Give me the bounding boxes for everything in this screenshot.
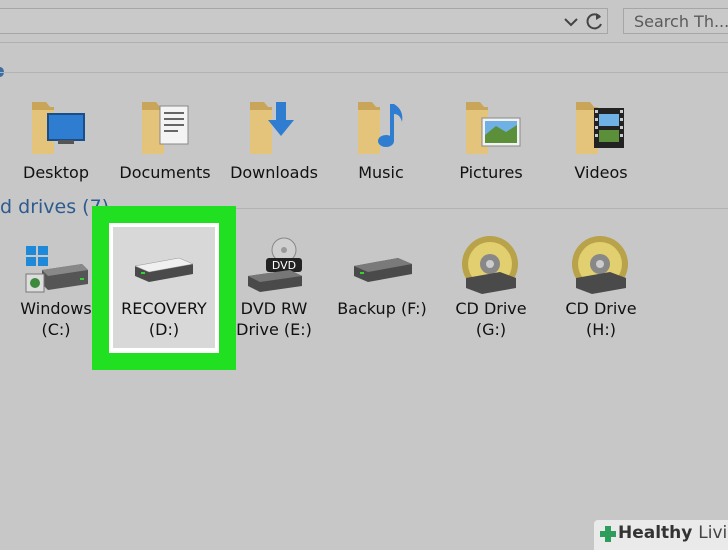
hard-drive-icon [131, 254, 197, 288]
refresh-icon[interactable] [584, 9, 606, 33]
folder-pictures[interactable]: Pictures [452, 96, 530, 186]
videos-folder-icon [572, 96, 632, 162]
hard-drive-icon [350, 254, 416, 288]
folder-label: Downloads [230, 163, 318, 182]
pictures-folder-icon [462, 96, 524, 162]
drive-windows[interactable]: Windows (C:) [16, 240, 96, 340]
folders-divider [0, 72, 728, 73]
drive-cd-g[interactable]: CD Drive (G:) [452, 236, 530, 340]
drive-label-line2: Drive (E:) [236, 320, 312, 339]
drive-label-line1: CD Drive [455, 299, 527, 318]
drive-label-line2: (H:) [586, 320, 616, 339]
address-toolbar: Search Th... [0, 0, 728, 43]
music-folder-icon [354, 96, 414, 162]
drive-label-line2: (G:) [475, 320, 507, 339]
folder-label: Documents [119, 163, 211, 182]
watermark-bold: Healthy [618, 523, 693, 543]
drive-backup[interactable]: Backup (F:) [334, 240, 430, 340]
search-input[interactable]: Search Th... [623, 8, 728, 34]
folder-label: Videos [574, 163, 628, 182]
folder-downloads[interactable]: Downloads [228, 96, 320, 186]
watermark-rest: Living [698, 523, 728, 543]
windows-drive-icon [22, 240, 92, 304]
downloads-folder-icon [246, 96, 306, 162]
drive-label-line2: (D:) [148, 320, 180, 339]
folder-videos[interactable]: Videos [568, 96, 634, 186]
cd-drive-icon [460, 236, 522, 300]
drive-label-line1: DVD RW [240, 299, 308, 318]
folder-documents[interactable]: Documents [118, 96, 212, 186]
documents-folder-icon [138, 96, 198, 162]
drive-label-line1: CD Drive [565, 299, 637, 318]
folder-label: Desktop [23, 163, 89, 182]
address-bar[interactable] [0, 8, 608, 34]
dvd-drive-icon: DVD [240, 236, 310, 302]
drive-recovery[interactable]: RECOVERY (D:) [113, 240, 215, 340]
drive-dvd-rw[interactable]: DVD DVD RW Drive (E:) [234, 237, 314, 340]
drive-label-line1: Backup (F:) [337, 299, 427, 318]
chevron-down-icon[interactable] [562, 10, 580, 32]
folder-label: Pictures [459, 163, 523, 182]
folder-label: Music [358, 163, 404, 182]
search-placeholder: Search Th... [634, 12, 728, 31]
drive-label-line1: Windows [20, 299, 92, 318]
watermark-text: Healthy Living [618, 523, 728, 543]
folder-desktop[interactable]: Desktop [18, 96, 94, 186]
desktop-folder-icon [28, 96, 88, 162]
folder-music[interactable]: Music [346, 96, 416, 186]
drive-label-line2: (C:) [41, 320, 71, 339]
cd-drive-icon [570, 236, 632, 300]
svg-text:DVD: DVD [272, 259, 296, 272]
drive-cd-h[interactable]: CD Drive (H:) [562, 236, 640, 340]
drive-label-line1: RECOVERY [121, 299, 207, 318]
plus-logo-icon [600, 526, 616, 546]
